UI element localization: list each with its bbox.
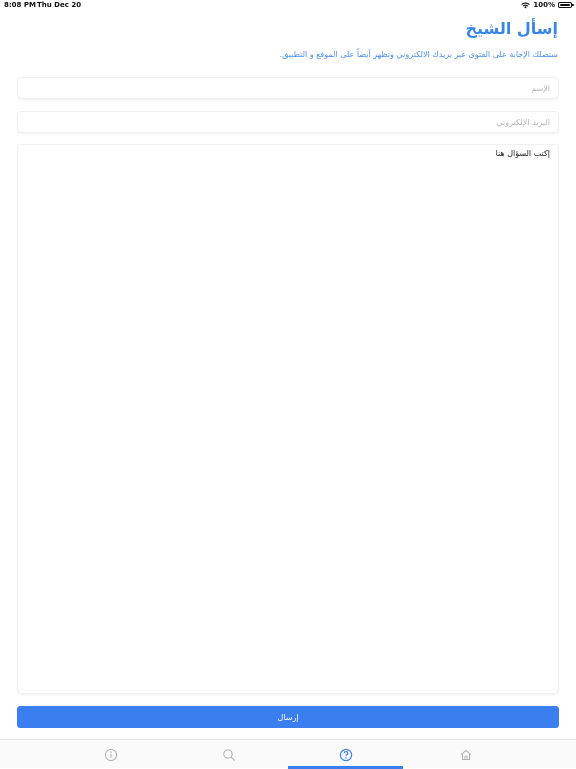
battery-percent: 100% [533,1,555,9]
status-indicators: 100% [521,1,574,9]
status-date: Thu Dec 20 [37,1,82,9]
tab-bar [0,739,576,769]
tab-info[interactable] [53,740,169,769]
tab-ask[interactable] [288,740,404,769]
page-subtitle: ستصلك الإجابة على الفتوى عبر بريدك الالك… [279,50,558,59]
question-textarea[interactable] [17,144,559,694]
search-icon [223,748,235,761]
tab-home[interactable] [408,740,524,769]
home-icon [460,749,472,760]
email-field[interactable] [17,111,559,133]
info-icon [104,748,118,761]
send-button[interactable]: إرسال [17,706,559,728]
status-bar: 8:08 PM Thu Dec 20 100% [0,0,576,12]
wifi-icon [521,1,531,8]
page-title: إسأل الشيخ [465,19,558,38]
name-field[interactable] [17,77,559,99]
question-icon [339,748,353,761]
status-time: 8:08 PM [4,1,36,9]
battery-icon [558,2,574,8]
tab-search[interactable] [171,740,287,769]
